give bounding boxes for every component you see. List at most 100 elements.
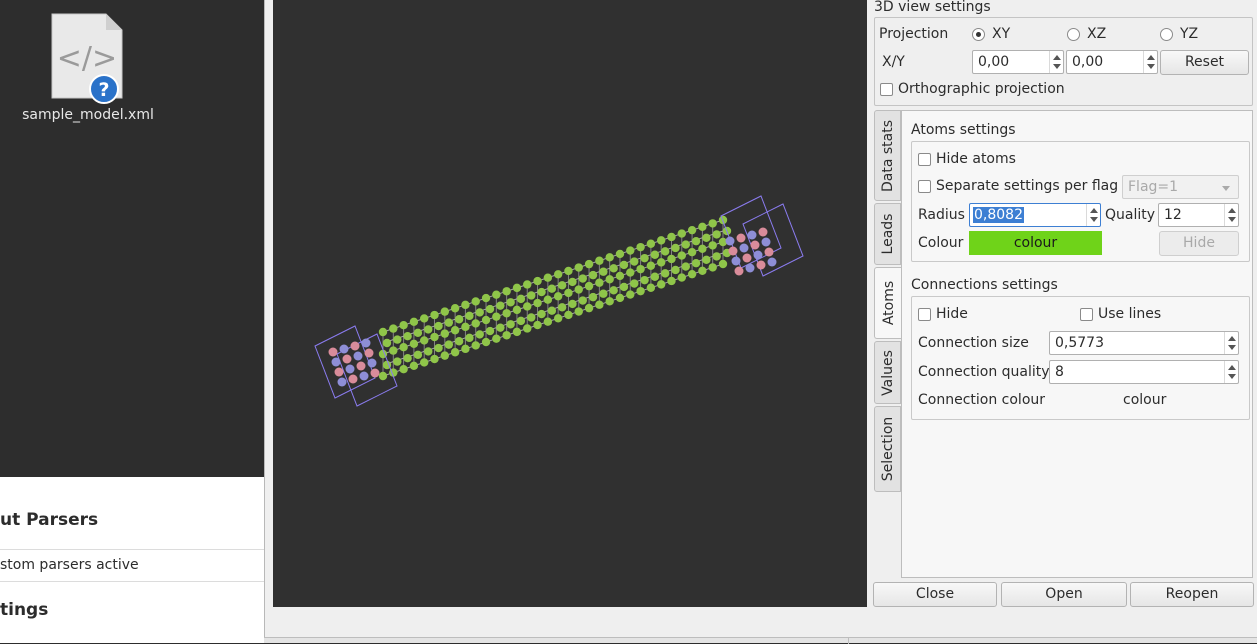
- atom-colour-button[interactable]: colour: [969, 231, 1102, 255]
- atom-sphere: [702, 255, 711, 264]
- atom-sphere: [502, 309, 511, 318]
- atom-sphere: [413, 328, 423, 338]
- atom-sphere: [599, 289, 608, 298]
- projection-xz-radio[interactable]: [1067, 28, 1080, 41]
- close-button[interactable]: Close: [873, 582, 997, 607]
- atom-sphere: [424, 325, 433, 334]
- atom-sphere: [712, 230, 721, 239]
- atom-sphere: [646, 283, 656, 292]
- spin-arrows[interactable]: [1224, 332, 1238, 354]
- reopen-button[interactable]: Reopen: [1130, 582, 1254, 607]
- spin-arrows[interactable]: [1086, 204, 1100, 226]
- atom-sphere: [636, 264, 645, 274]
- xml-file-icon[interactable]: </> ?: [50, 12, 124, 104]
- atom-sphere: [677, 251, 686, 260]
- tab-selection[interactable]: Selection: [874, 406, 901, 492]
- connection-colour-button[interactable]: colour: [1123, 392, 1166, 408]
- atom-sphere: [681, 262, 690, 271]
- atom-sphere: [527, 313, 536, 322]
- hide-button[interactable]: Hide: [1159, 231, 1239, 256]
- tab-atoms[interactable]: Atoms: [874, 267, 902, 339]
- spin-arrows[interactable]: [1224, 361, 1238, 383]
- spin-arrows[interactable]: [1224, 204, 1238, 226]
- lead-atom-sphere: [739, 243, 749, 253]
- atom-sphere: [564, 266, 573, 276]
- tab-label: Atoms: [880, 280, 897, 326]
- atom-sphere: [440, 307, 450, 316]
- atom-sphere: [584, 303, 594, 313]
- atom-sphere: [420, 314, 429, 323]
- atom-sphere: [640, 253, 649, 263]
- hide-connections-checkbox[interactable]: [918, 308, 931, 321]
- file-name-label[interactable]: sample_model.xml: [0, 107, 176, 123]
- atom-sphere: [646, 261, 656, 270]
- connection-size-spinbox[interactable]: 0,5773: [1049, 331, 1239, 355]
- settings-panel: 3D view settings Projection XY XZ YZ X/Y…: [867, 0, 1257, 637]
- orthographic-checkbox[interactable]: [880, 83, 893, 96]
- atom-sphere: [409, 317, 419, 327]
- atom-sphere: [378, 371, 388, 381]
- atom-sphere: [430, 354, 439, 364]
- separate-settings-label[interactable]: Separate settings per flag: [936, 178, 1118, 194]
- tab-values[interactable]: Values: [874, 341, 901, 404]
- y-value: 0,00: [1072, 54, 1104, 70]
- hide-connections-label[interactable]: Hide: [936, 306, 968, 322]
- atom-sphere: [409, 361, 419, 371]
- atom-sphere: [619, 260, 629, 270]
- atom-sphere: [626, 246, 635, 255]
- hide-atoms-checkbox[interactable]: [918, 153, 931, 166]
- spin-arrows[interactable]: [1143, 51, 1157, 73]
- hide-atoms-label[interactable]: Hide atoms: [936, 151, 1016, 167]
- svg-text:?: ?: [98, 79, 109, 101]
- atom-sphere: [543, 295, 553, 304]
- 3d-viewport[interactable]: [273, 0, 867, 607]
- use-lines-label[interactable]: Use lines: [1098, 306, 1161, 322]
- projection-xz-label[interactable]: XZ: [1087, 26, 1106, 42]
- projection-xy-label[interactable]: XY: [992, 26, 1010, 42]
- atom-sphere: [660, 247, 670, 256]
- lead-atom-sphere: [361, 338, 371, 348]
- desktop-background: </> ? sample_model.xml: [0, 0, 264, 477]
- lead-atom-sphere: [345, 364, 355, 374]
- lead-atom-sphere: [750, 240, 760, 250]
- atom-sphere: [626, 290, 635, 299]
- atom-sphere: [667, 276, 676, 286]
- open-button[interactable]: Open: [1001, 582, 1127, 607]
- atom-sphere: [481, 315, 491, 325]
- atom-sphere: [434, 343, 443, 353]
- lead-atom-sphere: [342, 354, 352, 364]
- reset-button[interactable]: Reset: [1160, 50, 1249, 75]
- projection-yz-label[interactable]: YZ: [1180, 26, 1198, 42]
- projection-xy-radio[interactable]: [972, 28, 985, 41]
- separate-settings-checkbox[interactable]: [918, 180, 931, 193]
- tab-data-stats[interactable]: Data stats: [874, 110, 901, 201]
- atom-sphere: [568, 277, 577, 287]
- projection-yz-radio[interactable]: [1160, 28, 1173, 41]
- atom-sphere: [667, 232, 676, 242]
- atom-sphere: [471, 319, 480, 328]
- quality-value: 12: [1164, 207, 1182, 223]
- atom-sphere: [502, 287, 511, 296]
- atom-sphere: [656, 280, 666, 289]
- atom-sphere: [492, 290, 501, 299]
- parsers-status-row[interactable]: stom parsers active: [0, 557, 139, 573]
- atom-sphere: [430, 332, 439, 342]
- atom-sphere: [595, 278, 604, 287]
- connection-quality-spinbox[interactable]: 8: [1049, 360, 1239, 384]
- quality-spinbox[interactable]: 12: [1158, 203, 1239, 227]
- connection-quality-value: 8: [1055, 364, 1064, 380]
- atom-sphere: [650, 250, 660, 259]
- radius-spinbox[interactable]: 0,8082: [969, 203, 1101, 227]
- parsers-heading: ut Parsers: [0, 510, 99, 530]
- x-spinbox[interactable]: 0,00: [972, 50, 1064, 74]
- atom-sphere: [523, 324, 532, 333]
- use-lines-checkbox[interactable]: [1080, 308, 1093, 321]
- atom-sphere: [378, 327, 388, 337]
- orthographic-label[interactable]: Orthographic projection: [898, 81, 1065, 97]
- flag-select[interactable]: Flag=1: [1122, 175, 1239, 199]
- spin-arrows[interactable]: [1049, 51, 1063, 73]
- tab-leads[interactable]: Leads: [874, 203, 901, 265]
- projection-label: Projection: [879, 26, 949, 42]
- atom-sphere: [677, 273, 686, 282]
- y-spinbox[interactable]: 0,00: [1066, 50, 1158, 74]
